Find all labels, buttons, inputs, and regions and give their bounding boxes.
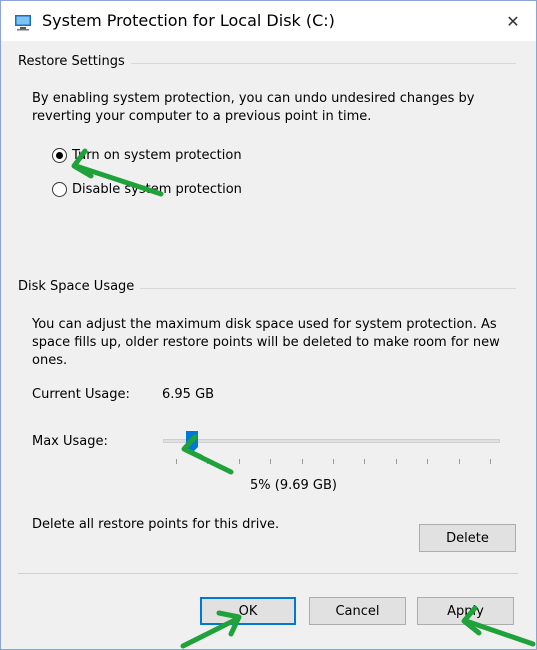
delete-restore-points-text: Delete all restore points for this drive…	[32, 517, 280, 532]
slider-tick	[459, 459, 460, 464]
radio-button-checked[interactable]	[52, 148, 67, 163]
radio-button-unchecked[interactable]	[52, 182, 67, 197]
slider-tick	[333, 459, 334, 464]
close-button[interactable]: ✕	[490, 1, 536, 41]
slider-tick	[396, 459, 397, 464]
footer-separator	[18, 573, 518, 574]
slider-tick	[427, 459, 428, 464]
slider-tick	[239, 459, 240, 464]
window-title: System Protection for Local Disk (C:)	[42, 11, 335, 30]
radio-turn-on-protection[interactable]: Turn on system protection	[52, 148, 242, 163]
slider-tick	[207, 459, 208, 464]
max-usage-value: 5% (9.69 GB)	[250, 478, 337, 493]
system-properties-icon	[14, 13, 32, 31]
current-usage-label: Current Usage:	[32, 387, 130, 402]
disk-space-usage-label: Disk Space Usage	[18, 279, 141, 294]
close-icon: ✕	[506, 11, 520, 31]
delete-button[interactable]: Delete	[419, 524, 516, 552]
title-bar: System Protection for Local Disk (C:) ✕	[1, 1, 536, 41]
slider-tick	[364, 459, 365, 464]
max-usage-slider-track[interactable]	[163, 439, 500, 443]
disk-space-description: You can adjust the maximum disk space us…	[32, 317, 500, 368]
radio-label-disable: Disable system protection	[72, 182, 242, 197]
restore-settings-description: By enabling system protection, you can u…	[32, 91, 475, 124]
system-protection-dialog: System Protection for Local Disk (C:) ✕ …	[0, 0, 537, 650]
cancel-button[interactable]: Cancel	[309, 597, 406, 625]
slider-tick	[490, 459, 491, 464]
radio-label-turn-on: Turn on system protection	[72, 148, 242, 163]
ok-button[interactable]: OK	[200, 597, 296, 625]
restore-settings-label: Restore Settings	[18, 54, 131, 69]
current-usage-value: 6.95 GB	[162, 387, 215, 402]
slider-tick	[302, 459, 303, 464]
slider-tick	[176, 459, 177, 464]
apply-button[interactable]: Apply	[417, 597, 514, 625]
slider-thumb[interactable]	[186, 431, 198, 453]
radio-disable-protection[interactable]: Disable system protection	[52, 182, 242, 197]
slider-tick	[270, 459, 271, 464]
max-usage-label: Max Usage:	[32, 434, 108, 449]
